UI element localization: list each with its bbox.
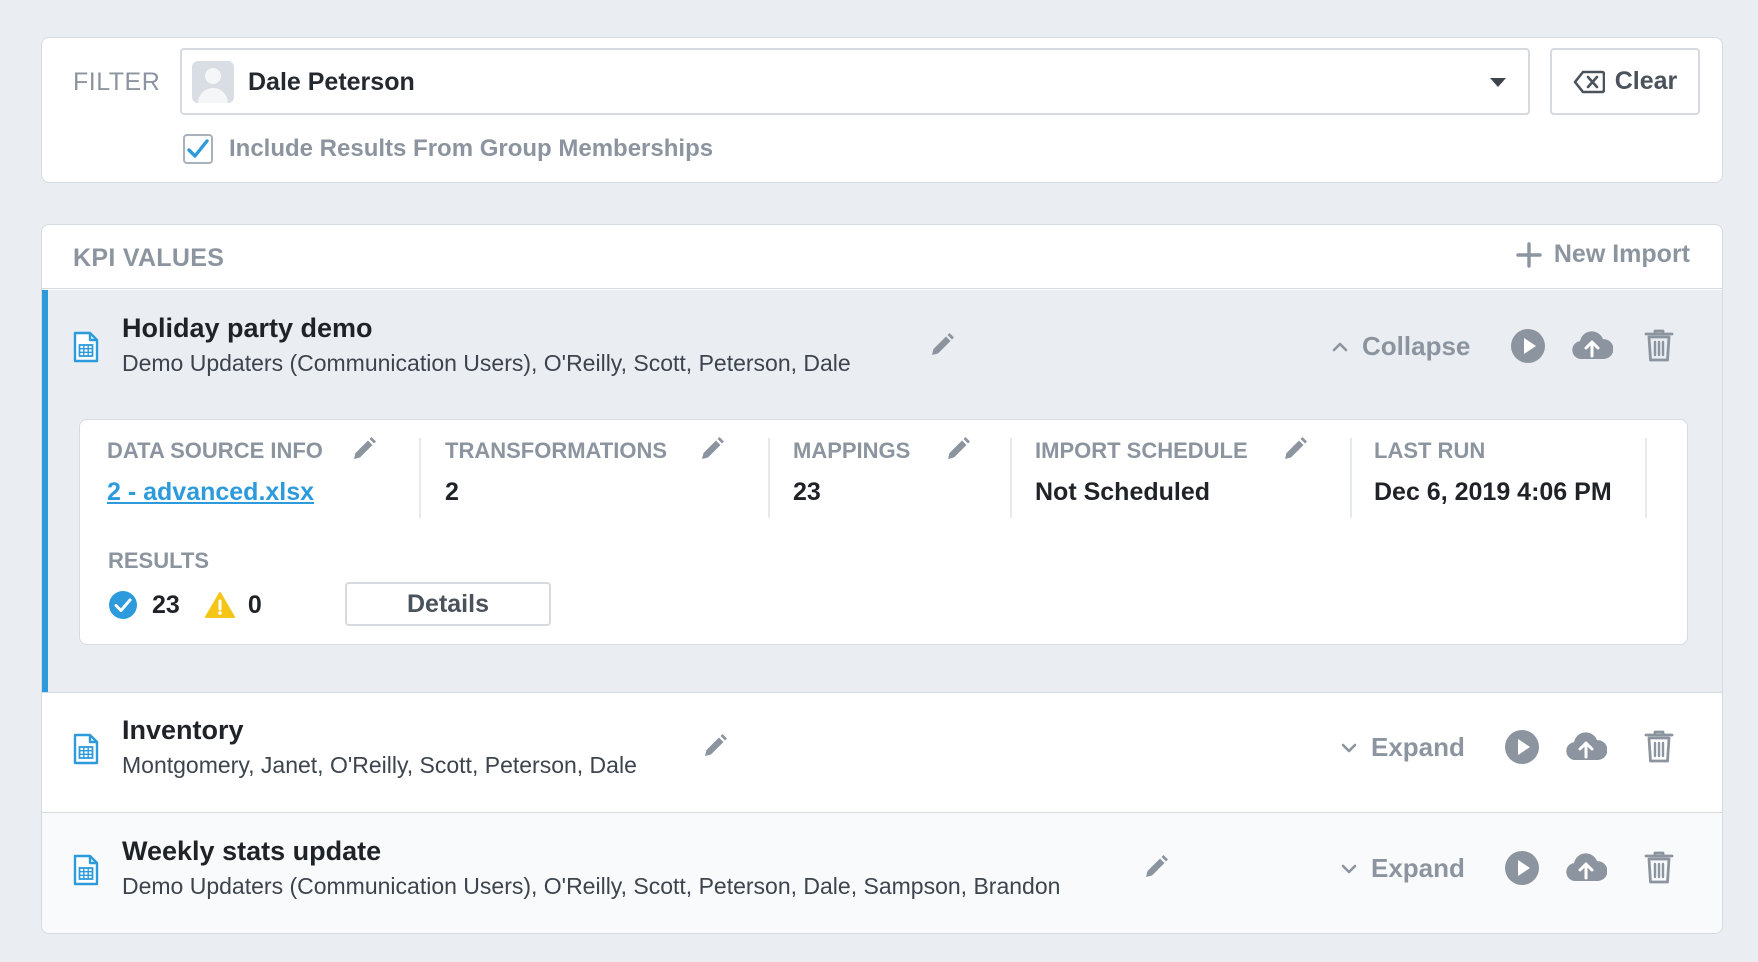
last-run-label: LAST RUN (1374, 438, 1486, 463)
pencil-icon[interactable] (699, 436, 725, 462)
trash-icon[interactable] (1644, 328, 1674, 362)
warning-count: 0 (247, 590, 262, 619)
kpi-item-subtitle: Demo Updaters (Communication Users), O'R… (122, 873, 1061, 899)
cloud-upload-icon[interactable] (1571, 330, 1613, 360)
toggle-label: Expand (1371, 732, 1465, 762)
kpi-item-weekly-stats-update: Weekly stats update Demo Updaters (Commu… (42, 812, 1722, 933)
include-groups-label: Include Results From Group Memberships (229, 135, 714, 162)
results-summary: 23 0 (108, 584, 262, 626)
checkmark-icon (187, 139, 209, 158)
column-divider (1010, 438, 1012, 518)
pencil-icon[interactable] (351, 436, 377, 462)
data-source-info: DATA SOURCE INFO 2 - advanced.xlsx (107, 437, 376, 528)
trash-icon[interactable] (1644, 729, 1674, 763)
plus-icon (1516, 241, 1542, 268)
mappings-label: MAPPINGS (793, 438, 911, 463)
import-details-panel: DATA SOURCE INFO 2 - advanced.xlsx TRANS… (79, 419, 1688, 645)
collapse-toggle[interactable]: Collapse (1332, 331, 1470, 362)
filter-label: FILTER (73, 68, 161, 96)
data-source-link[interactable]: 2 - advanced.xlsx (107, 478, 314, 507)
chevron-down-icon (1341, 864, 1357, 873)
pencil-icon[interactable] (702, 733, 728, 759)
last-run-value: Dec 6, 2019 4:06 PM (1374, 478, 1612, 506)
transformations-value: 2 (445, 478, 459, 506)
spreadsheet-file-icon (73, 331, 99, 363)
kpi-item-inventory: Inventory Montgomery, Janet, O'Reilly, S… (42, 692, 1722, 812)
spreadsheet-file-icon (73, 733, 99, 765)
dropdown-caret-icon[interactable] (1490, 78, 1506, 87)
cloud-upload-icon[interactable] (1565, 852, 1607, 882)
new-import-label: New Import (1553, 240, 1690, 268)
kpi-item-title: Holiday party demo (122, 313, 373, 343)
user-filter-select[interactable]: Dale Peterson (180, 48, 1530, 115)
kpi-item-title: Weekly stats update (122, 836, 382, 866)
column-divider (768, 438, 770, 518)
import-schedule-label: IMPORT SCHEDULE (1035, 438, 1248, 463)
toggle-label: Expand (1371, 853, 1465, 883)
trash-icon[interactable] (1644, 850, 1674, 884)
user-avatar-icon (192, 61, 234, 103)
kpi-header: KPI VALUES New Import (42, 225, 1722, 289)
pencil-icon[interactable] (945, 436, 971, 462)
transformations-label: TRANSFORMATIONS (445, 438, 668, 463)
play-icon[interactable] (1504, 850, 1540, 886)
toggle-label: Collapse (1362, 331, 1471, 361)
spreadsheet-file-icon (73, 854, 99, 886)
chevron-up-icon (1332, 342, 1348, 351)
play-icon[interactable] (1504, 729, 1540, 765)
kpi-title: KPI VALUES (73, 244, 225, 272)
chevron-down-icon (1341, 743, 1357, 752)
play-icon[interactable] (1510, 328, 1546, 364)
kpi-item-subtitle: Montgomery, Janet, O'Reilly, Scott, Pete… (122, 752, 637, 778)
include-groups-checkbox[interactable] (183, 134, 213, 164)
backspace-icon (1573, 70, 1605, 93)
kpi-item-subtitle: Demo Updaters (Communication Users), O'R… (122, 350, 851, 376)
details-button[interactable]: Details (345, 582, 551, 626)
clear-button[interactable]: Clear (1550, 48, 1700, 115)
filter-panel: FILTER Dale Peterson Clear Include Resul… (41, 37, 1723, 183)
results-label: RESULTS (108, 548, 210, 573)
warning-icon (204, 592, 235, 618)
success-check-icon (109, 591, 137, 619)
mappings-value: 23 (793, 478, 821, 506)
pencil-icon[interactable] (1282, 436, 1308, 462)
import-schedule-info: IMPORT SCHEDULE Not Scheduled (1035, 436, 1315, 528)
include-groups-row[interactable]: Include Results From Group Memberships (183, 134, 713, 164)
kpi-values-panel: KPI VALUES New Import Holiday party demo… (41, 224, 1723, 934)
mappings-info: MAPPINGS 23 (793, 436, 971, 528)
import-schedule-value: Not Scheduled (1035, 478, 1211, 506)
transformations-info: TRANSFORMATIONS 2 (445, 436, 725, 528)
last-run-info: LAST RUN Dec 6, 2019 4:06 PM (1374, 438, 1634, 528)
expand-toggle[interactable]: Expand (1341, 732, 1465, 763)
data-source-label: DATA SOURCE INFO (107, 438, 323, 463)
kpi-item-holiday-party-demo: Holiday party demo Demo Updaters (Commun… (42, 290, 1722, 692)
column-divider (1350, 438, 1352, 518)
cloud-upload-icon[interactable] (1565, 731, 1607, 761)
kpi-item-title: Inventory (122, 715, 244, 745)
success-count: 23 (152, 590, 180, 619)
column-divider (1645, 438, 1647, 518)
pencil-icon[interactable] (929, 332, 955, 358)
new-import-button[interactable]: New Import (1516, 240, 1690, 269)
selected-user: Dale Peterson (248, 68, 415, 96)
pencil-icon[interactable] (1143, 854, 1169, 880)
column-divider (419, 438, 421, 518)
clear-label: Clear (1614, 67, 1678, 95)
expand-toggle[interactable]: Expand (1341, 853, 1465, 884)
